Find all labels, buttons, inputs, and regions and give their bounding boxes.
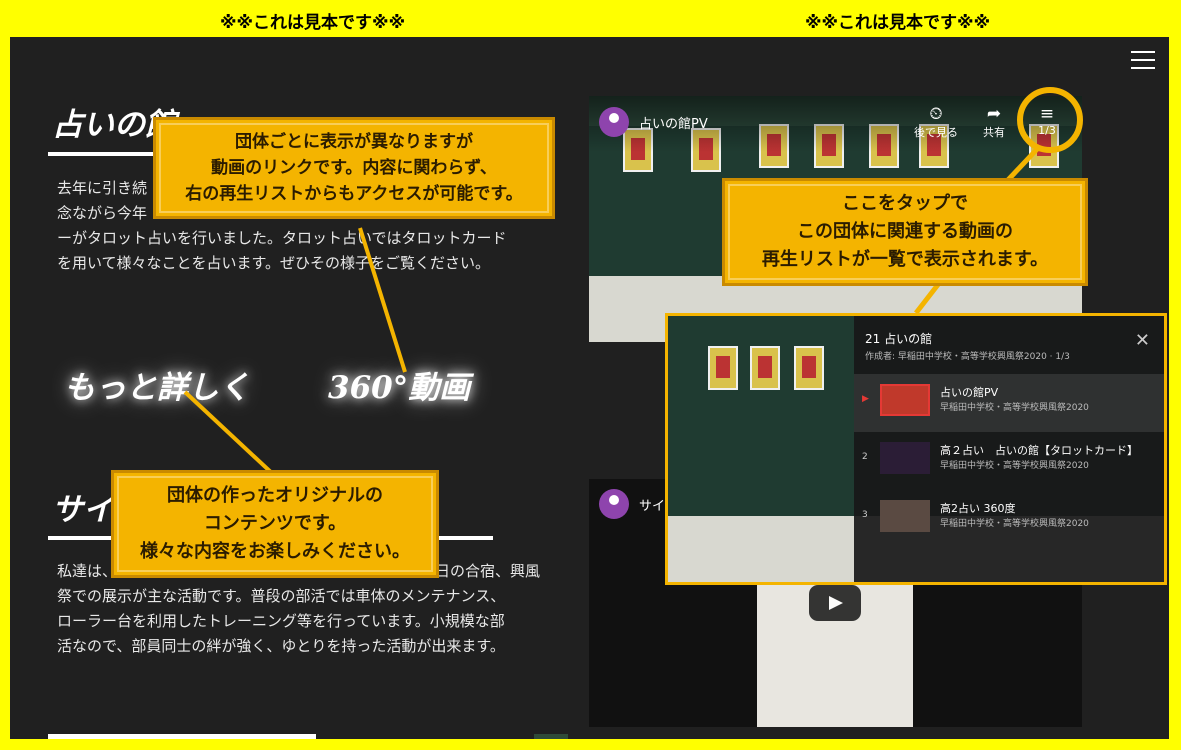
playlist-item-channel: 早稲田中学校・高等学校興風祭2020	[940, 519, 1089, 529]
para-line: 祭での展示が主な活動です。普段の部活では車体のメンテナンス、	[57, 587, 506, 605]
callout-line: 右の再生リストからもアクセスが可能です。	[185, 184, 523, 204]
now-playing-indicator: ▶	[862, 394, 869, 404]
para-line: ーがタロット占いを行いました。タロット占いではタロットカード	[57, 229, 507, 247]
callout-line: ここをタップで	[842, 193, 968, 214]
playlist-item[interactable]: ▶ 占いの館PV 早稲田中学校・高等学校興風祭2020	[854, 374, 1164, 432]
callout-playlist-tap: ここをタップで この団体に関連する動画の 再生リストが一覧で表示されます。	[722, 178, 1088, 286]
playlist-icon: ≡	[1039, 104, 1055, 124]
playlist-thumbnail	[880, 384, 930, 416]
playlist-item-title: 高２占い 占いの館【タロットカード】	[940, 444, 1138, 457]
playlist-panel: 21 占いの館 作成者: 早稲田中学校・高等学校興風祭2020 · 1/3 ✕ …	[854, 316, 1164, 582]
playlist-item-index: 2	[862, 452, 868, 462]
video-360-link[interactable]: 360°動画	[328, 362, 470, 407]
para-line: 活なので、部員同士の絆が強く、ゆとりを持った活動が出来ます。	[57, 637, 505, 655]
banner-left-text: ※※これは見本です※※	[220, 13, 406, 33]
callout-line: 様々な内容をお楽しみください。	[140, 541, 410, 562]
playlist-thumbnail	[880, 442, 930, 474]
clock-icon: ⏲	[929, 104, 943, 124]
callout-line: コンテンツです。	[203, 513, 347, 534]
playlist-item-channel: 早稲田中学校・高等学校興風祭2020	[940, 461, 1089, 471]
tarot-card	[750, 346, 780, 390]
playlist-item-index: 3	[862, 510, 868, 520]
video-title[interactable]: 占いの館PV	[639, 113, 708, 132]
playlist-item-title: 高2占い 360度	[940, 502, 1016, 515]
channel-avatar[interactable]	[599, 489, 629, 519]
play-icon[interactable]	[809, 585, 861, 621]
channel-avatar[interactable]	[599, 107, 629, 137]
share-button[interactable]: ➦ 共有	[969, 104, 1019, 140]
playlist-thumbnail	[880, 500, 930, 532]
tarot-card	[708, 346, 738, 390]
playlist-item[interactable]: 2 高２占い 占いの館【タロットカード】 早稲田中学校・高等学校興風祭2020	[854, 432, 1164, 490]
playlist-button[interactable]: ≡ 1/3	[1022, 104, 1072, 137]
callout-line: 団体ごとに表示が異なりますが	[235, 132, 473, 152]
callout-line: 動画のリンクです。内容に関わらず、	[211, 158, 497, 178]
callout-line: 再生リストが一覧で表示されます。	[761, 249, 1049, 270]
sample-banner: ※※これは見本です※※ ※※これは見本です※※	[0, 0, 1181, 36]
close-icon[interactable]: ✕	[1135, 330, 1150, 351]
callout-original-content: 団体の作ったオリジナルの コンテンツです。 様々な内容をお楽しみください。	[111, 470, 439, 578]
section-title-cycle: サイ	[52, 492, 114, 528]
callout-line: 団体の作ったオリジナルの	[167, 485, 383, 506]
tarot-card	[794, 346, 824, 390]
share-icon: ➦	[986, 104, 1002, 124]
video-title[interactable]: サイ	[639, 495, 665, 514]
bottom-marker	[534, 734, 568, 739]
playlist-item-channel: 早稲田中学校・高等学校興風祭2020	[940, 403, 1089, 413]
para-line: を用いて様々なことを占います。ぜひその様子をご覧ください。	[57, 254, 491, 272]
playlist-title: 21 占いの館	[865, 332, 933, 346]
para-line: ローラー台を利用したトレーニング等を行っています。小規模な部	[57, 612, 505, 630]
hamburger-icon[interactable]	[1131, 51, 1155, 69]
playlist-item-title: 占いの館PV	[940, 386, 999, 399]
bottom-underline	[48, 734, 316, 739]
callout-video-link: 団体ごとに表示が異なりますが 動画のリンクです。内容に関わらず、 右の再生リスト…	[153, 117, 555, 219]
playlist-item[interactable]: 3 高2占い 360度 早稲田中学校・高等学校興風祭2020	[854, 490, 1164, 548]
watch-later-button[interactable]: ⏲ 後で見る	[911, 104, 961, 140]
playlist-subtitle: 作成者: 早稲田中学校・高等学校興風祭2020 · 1/3	[865, 352, 1070, 362]
callout-line: この団体に関連する動画の	[797, 221, 1013, 242]
more-details-link[interactable]: もっと詳しく	[64, 362, 250, 407]
banner-right-text: ※※これは見本です※※	[805, 13, 991, 33]
playlist-overlay: 21 占いの館 作成者: 早稲田中学校・高等学校興風祭2020 · 1/3 ✕ …	[665, 313, 1167, 585]
